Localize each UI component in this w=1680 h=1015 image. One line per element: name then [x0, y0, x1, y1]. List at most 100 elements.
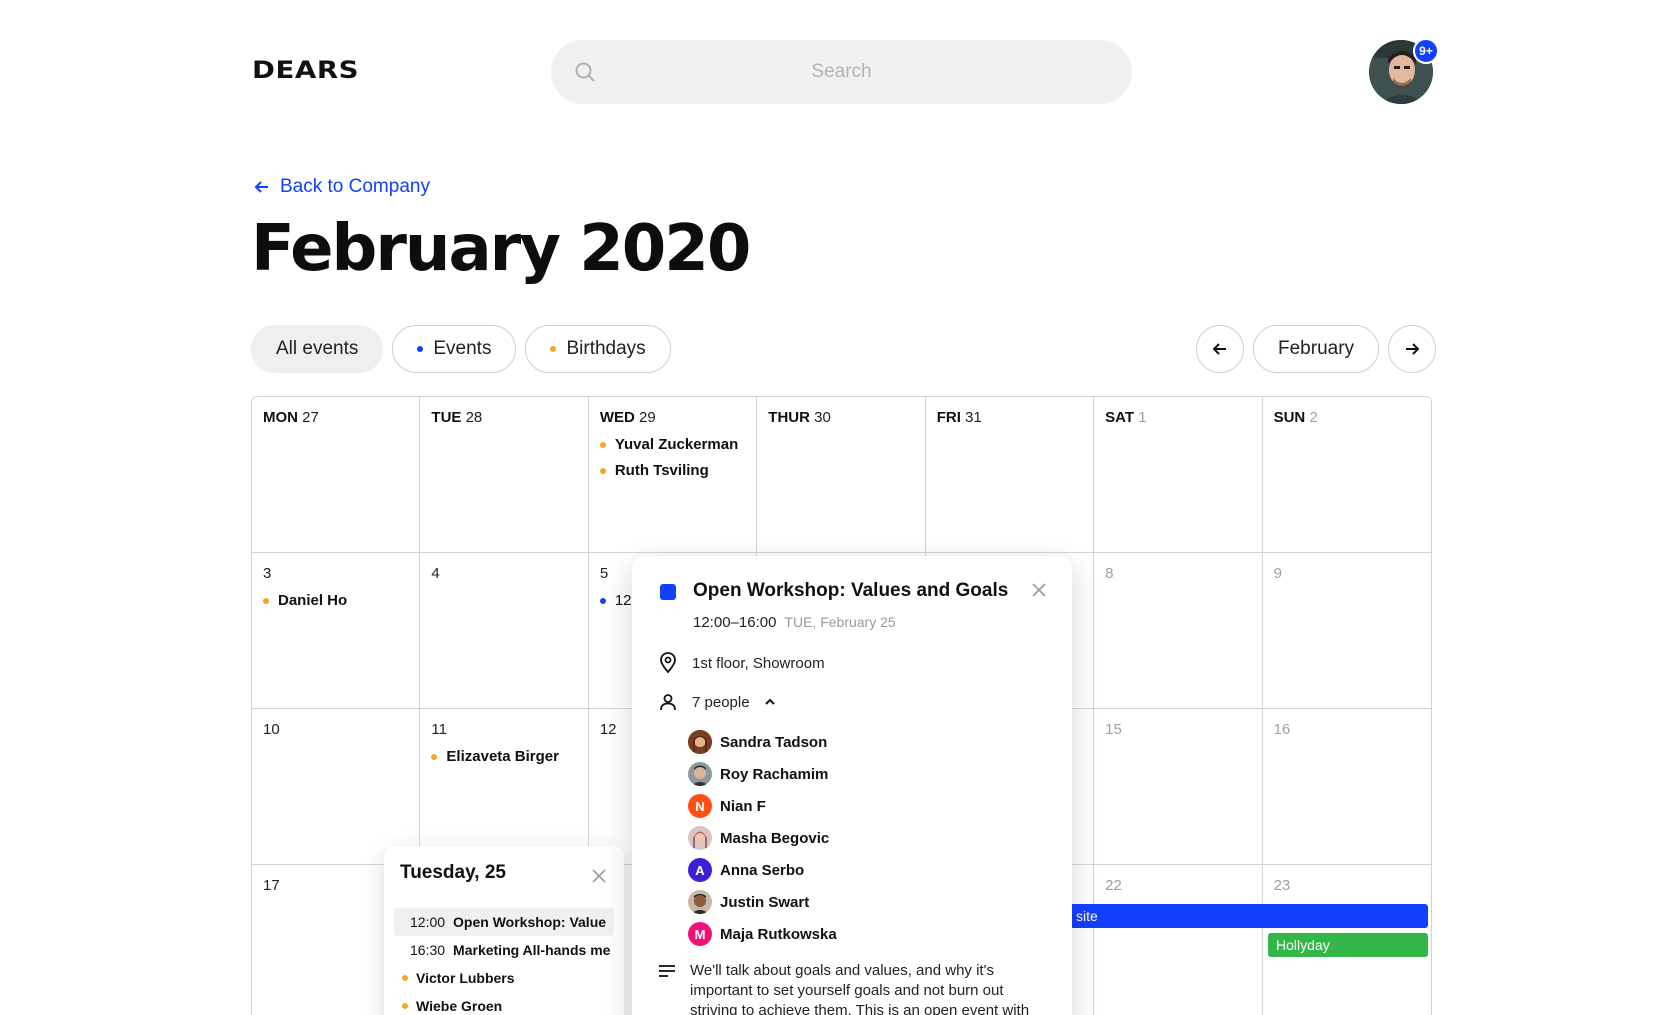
- weekday-label: MON: [263, 409, 298, 426]
- back-to-company-link[interactable]: Back to Company: [254, 176, 430, 198]
- person-icon: [660, 694, 676, 711]
- day-number: 30: [814, 409, 831, 426]
- filter-birthdays[interactable]: Birthdays: [525, 325, 671, 373]
- day-number: 1: [1138, 409, 1147, 426]
- search-icon: [575, 62, 595, 82]
- weekday-label: THUR: [768, 409, 810, 426]
- day-number: 17: [263, 877, 280, 894]
- prev-month-button[interactable]: [1196, 325, 1244, 373]
- location-text: 1st floor, Showroom: [692, 654, 825, 672]
- attendee[interactable]: Masha Begovic: [688, 822, 837, 854]
- people-count: 7 people: [692, 693, 750, 711]
- dot-icon: [431, 753, 438, 760]
- calendar-day[interactable]: 16: [1262, 709, 1431, 865]
- attendee[interactable]: N Nian F: [688, 790, 837, 822]
- dot-icon: [263, 597, 269, 604]
- calendar-day[interactable]: 11 Elizaveta Birger: [420, 709, 589, 865]
- calendar-day[interactable]: 9: [1262, 553, 1431, 709]
- dot-icon: [417, 346, 424, 352]
- attendee[interactable]: A Anna Serbo: [688, 854, 837, 886]
- day-number: 10: [263, 721, 280, 738]
- event-name: Wiebe Groen: [416, 998, 503, 1014]
- filter-label: Events: [433, 338, 492, 359]
- user-avatar-button[interactable]: 9+: [1369, 38, 1439, 104]
- attendee[interactable]: Roy Rachamim: [688, 758, 837, 790]
- calendar-day[interactable]: 22: [1094, 865, 1263, 1015]
- calendar-day[interactable]: 4: [420, 553, 589, 709]
- calendar-day[interactable]: 15: [1094, 709, 1263, 865]
- day-number: 28: [465, 409, 483, 426]
- filter-all-events[interactable]: All events: [251, 325, 384, 373]
- calendar-day[interactable]: WED 29 Yuval Zuckerman Ruth Tsviling: [588, 397, 758, 553]
- search-bar[interactable]: [551, 40, 1132, 104]
- month-selector[interactable]: February: [1253, 325, 1380, 373]
- day-number: 16: [1273, 721, 1291, 738]
- attendee[interactable]: M Maja Rutkowska: [688, 918, 837, 950]
- event-filters: All events Events Birthdays: [251, 325, 671, 373]
- calendar-day[interactable]: 10: [252, 709, 421, 865]
- day-event-item[interactable]: Wiebe Groen: [394, 992, 614, 1015]
- attendee-name: Masha Begovic: [720, 829, 830, 847]
- birthday-event[interactable]: Elizaveta Birger: [431, 748, 576, 765]
- app-logo[interactable]: DEARS: [252, 56, 359, 84]
- search-input[interactable]: [611, 40, 1072, 104]
- event-date: TUE, February 25: [784, 614, 896, 630]
- day-events-popover: Tuesday, 25 12:00 Open Workshop: Value 16…: [384, 846, 624, 1015]
- page-title: February 2020: [251, 212, 751, 286]
- calendar-day[interactable]: TUE 28: [420, 397, 589, 553]
- day-number: 5: [599, 565, 609, 582]
- attendee-name: Nian F: [720, 797, 766, 815]
- event-title: Open Workshop: Values and Goals: [693, 580, 1009, 601]
- calendar-day[interactable]: MON 27: [252, 397, 421, 553]
- event-name: Elizaveta Birger: [446, 748, 559, 765]
- dot-icon: [599, 467, 606, 474]
- event-name: Ruth Tsviling: [614, 462, 709, 479]
- next-month-button[interactable]: [1388, 325, 1437, 373]
- attendee[interactable]: Justin Swart: [688, 886, 837, 918]
- day-number: 4: [431, 565, 440, 582]
- multiday-event-bar[interactable]: site: [1060, 904, 1428, 928]
- avatar: [688, 890, 712, 914]
- filter-events[interactable]: Events: [392, 325, 517, 373]
- people-toggle[interactable]: 7 people: [658, 692, 776, 712]
- weekday-label: SUN: [1273, 409, 1306, 426]
- event-time: 16:30: [410, 942, 446, 958]
- dot-icon: [550, 346, 557, 352]
- attendee[interactable]: Sandra Tadson: [688, 726, 837, 758]
- day-event-item[interactable]: Victor Lubbers: [394, 964, 614, 992]
- holiday-event-bar[interactable]: Hollyday: [1268, 933, 1428, 957]
- weekday-label: FRI: [936, 409, 961, 426]
- birthday-event[interactable]: Daniel Ho: [263, 592, 408, 609]
- attendee-list: Sandra Tadson Roy Rachamim N Nian F Mash…: [688, 726, 837, 950]
- day-event-item[interactable]: 16:30 Marketing All-hands me: [394, 936, 614, 964]
- event-description: We'll talk about goals and values, and w…: [658, 961, 1030, 1015]
- filter-label: Birthdays: [566, 338, 646, 359]
- attendee-name: Roy Rachamim: [720, 765, 829, 783]
- attendee-name: Justin Swart: [720, 893, 810, 911]
- day-event-item[interactable]: 12:00 Open Workshop: Value: [394, 908, 614, 936]
- close-icon[interactable]: [589, 866, 609, 886]
- event-color-square: [660, 584, 676, 600]
- avatar: A: [688, 858, 712, 882]
- calendar-day[interactable]: FRI 31: [925, 397, 1095, 553]
- day-number: 15: [1105, 721, 1122, 738]
- day-number: 8: [1105, 565, 1114, 582]
- calendar-day[interactable]: 3 Daniel Ho: [252, 553, 421, 709]
- chevron-up-icon: [764, 698, 775, 705]
- calendar-day[interactable]: 8: [1094, 553, 1263, 709]
- avatar: M: [688, 922, 712, 946]
- avatar: [688, 762, 712, 786]
- dot-icon: [599, 597, 606, 604]
- avatar: N: [688, 794, 712, 818]
- close-icon[interactable]: [1029, 580, 1049, 600]
- weekday-label: SAT: [1105, 409, 1135, 426]
- birthday-event[interactable]: Ruth Tsviling: [599, 462, 745, 479]
- calendar-day[interactable]: THUR 30: [757, 397, 926, 553]
- arrow-right-icon: [1406, 343, 1420, 355]
- calendar-day[interactable]: SUN 2: [1262, 397, 1431, 553]
- calendar-day[interactable]: SAT 1: [1094, 397, 1263, 553]
- birthday-event[interactable]: Yuval Zuckerman: [599, 436, 745, 453]
- day-number: 31: [965, 409, 982, 426]
- weekday-label: TUE: [431, 409, 462, 426]
- event-location: 1st floor, Showroom: [658, 652, 825, 674]
